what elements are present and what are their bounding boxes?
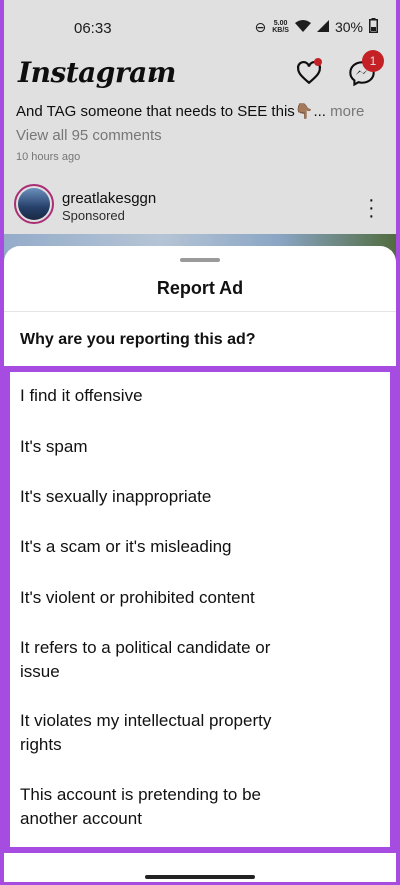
sheet-drag-handle[interactable]: [180, 258, 220, 262]
divider: [4, 311, 396, 312]
report-option-scam[interactable]: It's a scam or it's misleading: [20, 535, 380, 559]
phone-screen: 06:33 ⊖ 5.00 KB/S 30% Instagram ⌄ 1 And …: [4, 0, 396, 885]
report-option-political[interactable]: It refers to a political candidate or is…: [20, 636, 300, 684]
highlight-frame-right: [396, 0, 400, 885]
bottom-area: [4, 853, 396, 885]
report-question: Why are you reporting this ad?: [20, 331, 256, 348]
report-option-offensive[interactable]: I find it offensive: [20, 384, 380, 408]
report-option-ip[interactable]: It violates my intellectual property rig…: [20, 709, 305, 757]
sheet-title: Report Ad: [156, 278, 244, 298]
report-option-spam[interactable]: It's spam: [20, 435, 380, 459]
report-option-impersonation[interactable]: This account is pretending to be another…: [20, 783, 290, 831]
home-indicator[interactable]: [145, 875, 255, 879]
highlight-frame-left: [0, 0, 4, 885]
report-option-violent[interactable]: It's violent or prohibited content: [20, 586, 320, 610]
report-option-sexual[interactable]: It's sexually inappropriate: [20, 485, 380, 509]
